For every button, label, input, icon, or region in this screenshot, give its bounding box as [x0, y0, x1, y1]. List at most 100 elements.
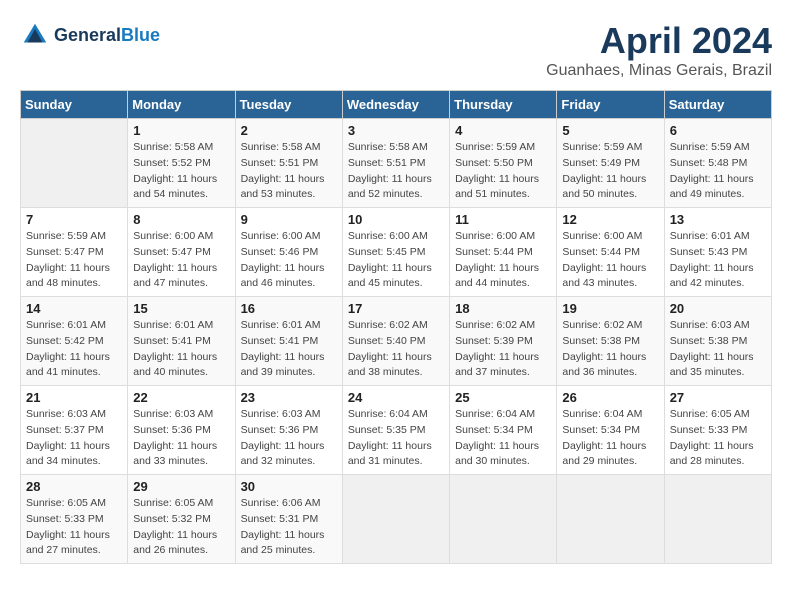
calendar-cell: 21 Sunrise: 6:03 AMSunset: 5:37 PMDayligh…: [21, 386, 128, 475]
day-info: Sunrise: 6:02 AMSunset: 5:39 PMDaylight:…: [455, 318, 551, 381]
calendar-cell: 18 Sunrise: 6:02 AMSunset: 5:39 PMDayligh…: [450, 297, 557, 386]
calendar-cell: 11 Sunrise: 6:00 AMSunset: 5:44 PMDayligh…: [450, 208, 557, 297]
day-number: 28: [26, 479, 122, 494]
day-info: Sunrise: 6:02 AMSunset: 5:38 PMDaylight:…: [562, 318, 658, 381]
day-number: 13: [670, 212, 766, 227]
calendar-cell: 23 Sunrise: 6:03 AMSunset: 5:36 PMDayligh…: [235, 386, 342, 475]
calendar-week-row: 28 Sunrise: 6:05 AMSunset: 5:33 PMDayligh…: [21, 475, 772, 564]
calendar-cell: 27 Sunrise: 6:05 AMSunset: 5:33 PMDayligh…: [664, 386, 771, 475]
calendar-cell: [342, 475, 449, 564]
day-info: Sunrise: 6:04 AMSunset: 5:35 PMDaylight:…: [348, 407, 444, 470]
logo: GeneralBlue: [20, 20, 160, 50]
day-info: Sunrise: 5:58 AMSunset: 5:51 PMDaylight:…: [241, 140, 337, 203]
day-number: 8: [133, 212, 229, 227]
day-info: Sunrise: 6:04 AMSunset: 5:34 PMDaylight:…: [455, 407, 551, 470]
calendar-cell: 16Sunrise: 6:01 AMSunset: 5:41 PMDayligh…: [235, 297, 342, 386]
day-info: Sunrise: 6:01 AMSunset: 5:41 PMDaylight:…: [133, 318, 229, 381]
calendar-cell: 19 Sunrise: 6:02 AMSunset: 5:38 PMDayligh…: [557, 297, 664, 386]
day-number: 1: [133, 123, 229, 138]
calendar-week-row: 21 Sunrise: 6:03 AMSunset: 5:37 PMDayligh…: [21, 386, 772, 475]
day-info: Sunrise: 6:03 AMSunset: 5:36 PMDaylight:…: [133, 407, 229, 470]
day-info: Sunrise: 5:59 AMSunset: 5:47 PMDaylight:…: [26, 229, 122, 292]
day-number: 27: [670, 390, 766, 405]
column-header-tuesday: Tuesday: [235, 91, 342, 119]
day-info: Sunrise: 5:59 AMSunset: 5:48 PMDaylight:…: [670, 140, 766, 203]
calendar-cell: 15 Sunrise: 6:01 AMSunset: 5:41 PMDayligh…: [128, 297, 235, 386]
column-header-monday: Monday: [128, 91, 235, 119]
day-info: Sunrise: 6:05 AMSunset: 5:32 PMDaylight:…: [133, 496, 229, 559]
calendar-cell: 13 Sunrise: 6:01 AMSunset: 5:43 PMDayligh…: [664, 208, 771, 297]
day-number: 26: [562, 390, 658, 405]
calendar-cell: 25 Sunrise: 6:04 AMSunset: 5:34 PMDayligh…: [450, 386, 557, 475]
calendar-cell: 28 Sunrise: 6:05 AMSunset: 5:33 PMDayligh…: [21, 475, 128, 564]
day-number: 17: [348, 301, 444, 316]
calendar-cell: 8Sunrise: 6:00 AMSunset: 5:47 PMDaylight…: [128, 208, 235, 297]
column-header-thursday: Thursday: [450, 91, 557, 119]
day-info: Sunrise: 6:00 AMSunset: 5:44 PMDaylight:…: [455, 229, 551, 292]
calendar-cell: 17 Sunrise: 6:02 AMSunset: 5:40 PMDayligh…: [342, 297, 449, 386]
day-number: 4: [455, 123, 551, 138]
column-header-sunday: Sunday: [21, 91, 128, 119]
day-info: Sunrise: 6:00 AMSunset: 5:46 PMDaylight:…: [241, 229, 337, 292]
day-number: 5: [562, 123, 658, 138]
calendar-cell: 9 Sunrise: 6:00 AMSunset: 5:46 PMDaylight…: [235, 208, 342, 297]
day-number: 16: [241, 301, 337, 316]
day-number: 9: [241, 212, 337, 227]
day-number: 20: [670, 301, 766, 316]
day-number: 24: [348, 390, 444, 405]
logo-icon: [20, 20, 50, 50]
calendar-cell: 7 Sunrise: 5:59 AMSunset: 5:47 PMDaylight…: [21, 208, 128, 297]
day-number: 19: [562, 301, 658, 316]
column-header-friday: Friday: [557, 91, 664, 119]
day-info: Sunrise: 5:58 AMSunset: 5:51 PMDaylight:…: [348, 140, 444, 203]
calendar-cell: 6 Sunrise: 5:59 AMSunset: 5:48 PMDaylight…: [664, 119, 771, 208]
day-info: Sunrise: 6:05 AMSunset: 5:33 PMDaylight:…: [670, 407, 766, 470]
calendar-cell: [21, 119, 128, 208]
calendar-cell: 14Sunrise: 6:01 AMSunset: 5:42 PMDayligh…: [21, 297, 128, 386]
day-number: 7: [26, 212, 122, 227]
page-header: GeneralBlue April 2024 Guanhaes, Minas G…: [20, 20, 772, 80]
day-number: 23: [241, 390, 337, 405]
day-number: 10: [348, 212, 444, 227]
day-number: 15: [133, 301, 229, 316]
calendar-cell: [557, 475, 664, 564]
day-info: Sunrise: 5:58 AMSunset: 5:52 PMDaylight:…: [133, 140, 229, 203]
calendar-cell: [664, 475, 771, 564]
day-number: 21: [26, 390, 122, 405]
day-number: 2: [241, 123, 337, 138]
logo-text-blue: Blue: [121, 25, 160, 45]
calendar-cell: 29 Sunrise: 6:05 AMSunset: 5:32 PMDayligh…: [128, 475, 235, 564]
day-info: Sunrise: 6:03 AMSunset: 5:37 PMDaylight:…: [26, 407, 122, 470]
calendar-table: SundayMondayTuesdayWednesdayThursdayFrid…: [20, 90, 772, 564]
day-number: 18: [455, 301, 551, 316]
column-header-wednesday: Wednesday: [342, 91, 449, 119]
day-number: 11: [455, 212, 551, 227]
day-info: Sunrise: 6:06 AMSunset: 5:31 PMDaylight:…: [241, 496, 337, 559]
day-info: Sunrise: 6:03 AMSunset: 5:36 PMDaylight:…: [241, 407, 337, 470]
day-number: 25: [455, 390, 551, 405]
day-info: Sunrise: 5:59 AMSunset: 5:50 PMDaylight:…: [455, 140, 551, 203]
day-number: 22: [133, 390, 229, 405]
day-number: 30: [241, 479, 337, 494]
day-info: Sunrise: 6:02 AMSunset: 5:40 PMDaylight:…: [348, 318, 444, 381]
logo-text-general: General: [54, 25, 121, 45]
calendar-subtitle: Guanhaes, Minas Gerais, Brazil: [546, 62, 772, 80]
calendar-cell: 2 Sunrise: 5:58 AMSunset: 5:51 PMDaylight…: [235, 119, 342, 208]
day-number: 14: [26, 301, 122, 316]
day-info: Sunrise: 6:01 AMSunset: 5:43 PMDaylight:…: [670, 229, 766, 292]
calendar-cell: 5 Sunrise: 5:59 AMSunset: 5:49 PMDaylight…: [557, 119, 664, 208]
day-info: Sunrise: 6:04 AMSunset: 5:34 PMDaylight:…: [562, 407, 658, 470]
calendar-cell: 30 Sunrise: 6:06 AMSunset: 5:31 PMDayligh…: [235, 475, 342, 564]
day-number: 29: [133, 479, 229, 494]
day-info: Sunrise: 5:59 AMSunset: 5:49 PMDaylight:…: [562, 140, 658, 203]
calendar-cell: 4 Sunrise: 5:59 AMSunset: 5:50 PMDaylight…: [450, 119, 557, 208]
day-number: 6: [670, 123, 766, 138]
calendar-cell: 22 Sunrise: 6:03 AMSunset: 5:36 PMDayligh…: [128, 386, 235, 475]
calendar-cell: 12Sunrise: 6:00 AMSunset: 5:44 PMDayligh…: [557, 208, 664, 297]
calendar-title: April 2024: [546, 20, 772, 62]
calendar-cell: 24 Sunrise: 6:04 AMSunset: 5:35 PMDayligh…: [342, 386, 449, 475]
day-info: Sunrise: 6:05 AMSunset: 5:33 PMDaylight:…: [26, 496, 122, 559]
calendar-cell: 26 Sunrise: 6:04 AMSunset: 5:34 PMDayligh…: [557, 386, 664, 475]
calendar-header-row: SundayMondayTuesdayWednesdayThursdayFrid…: [21, 91, 772, 119]
calendar-cell: 20Sunrise: 6:03 AMSunset: 5:38 PMDayligh…: [664, 297, 771, 386]
